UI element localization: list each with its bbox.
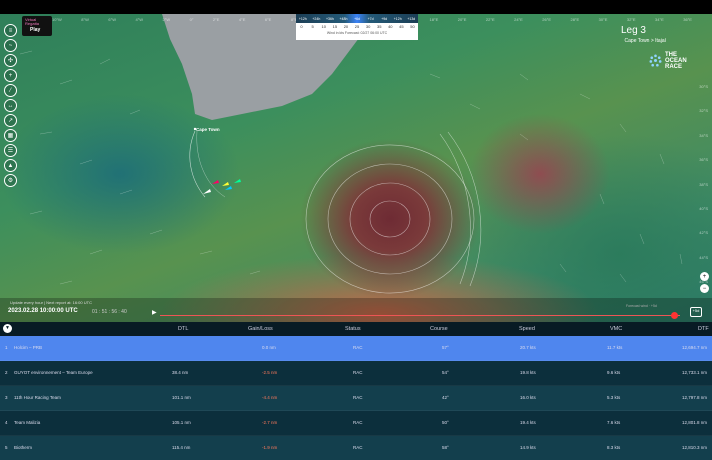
timeline-zoom-button[interactable]: +5d: [690, 307, 702, 317]
layers-icon[interactable]: ≡: [4, 24, 17, 37]
play-icon[interactable]: ▶: [152, 309, 157, 316]
timeline-handle[interactable]: [671, 312, 678, 319]
timeline-clock: 01 : 51 : 56 : 40: [92, 309, 127, 315]
leg-title: Leg 3: [620, 25, 646, 36]
top-bar: [0, 0, 712, 14]
col-dtl[interactable]: DTL: [178, 326, 188, 332]
boats[interactable]: [200, 174, 250, 204]
chevron-down-icon[interactable]: ▼: [3, 324, 12, 333]
wind-icon[interactable]: ~: [4, 39, 17, 52]
list-icon[interactable]: ☰: [4, 144, 17, 157]
table-row[interactable]: 2 GUYOT environnement – Team Europe 38.4…: [0, 361, 712, 386]
zoom-in-button[interactable]: +: [700, 272, 709, 281]
ranking-rows: 1 Holcim – PRB 0.0 nm RAC 57° 20.7 kts 1…: [0, 336, 712, 460]
table-row[interactable]: 3 11th Hour Racing Team 101.1 nm -4.4 nm…: [0, 386, 712, 411]
update-note: Update every hour | Next report at: 16:0…: [10, 300, 92, 305]
zoom-out-button[interactable]: −: [700, 284, 709, 293]
measure-icon[interactable]: ↔: [4, 99, 17, 112]
chart-icon[interactable]: ▲: [4, 159, 17, 172]
ruler-icon[interactable]: ⁄: [4, 84, 17, 97]
forecast-note: Forecast wind · +5d: [626, 304, 657, 308]
col-dtf[interactable]: DTF: [698, 326, 709, 332]
ocean-race-mark-icon: [649, 54, 662, 67]
race-tracker-app: 10°W8°W6°W4°W2°W0°2°E4°E6°E8°E10°E12°E14…: [0, 0, 712, 460]
ocean-race-logo: THE OCEAN RACE: [648, 52, 694, 76]
timeline-slider[interactable]: [160, 315, 680, 316]
table-row[interactable]: 4 Team Malizia 105.1 nm -2.7 nm RAC 50° …: [0, 411, 712, 436]
grid-icon[interactable]: ▦: [4, 129, 17, 142]
col-speed[interactable]: Speed: [519, 326, 535, 332]
col-course[interactable]: Course: [430, 326, 448, 332]
map-toolbar: ≡ ~ ✣ + ⁄ ↔ ↗ ▦ ☰ ▲ ⚙: [4, 24, 18, 187]
timeline-date: 2023.02.28 10:00:00 UTC: [8, 308, 78, 314]
player-logo[interactable]: Virtual Regatta Play: [22, 16, 52, 36]
city-label: Cape Town: [196, 127, 220, 132]
table-row[interactable]: 5 Biotherm 115.4 nm -1.9 nm RAC 58° 14.9…: [0, 436, 712, 460]
latitude-labels: 30°S 32°S 34°S 36°S 38°S 40°S 42°S 44°S 46°S: [699, 84, 708, 284]
timeline: Update every hour | Next report at: 16:0…: [0, 298, 712, 322]
col-status[interactable]: Status: [345, 326, 361, 332]
route-icon[interactable]: ↗: [4, 114, 17, 127]
wind-map[interactable]: 10°W8°W6°W4°W2°W0°2°E4°E6°E8°E10°E12°E14…: [0, 14, 712, 322]
wind-legend[interactable]: +12h +24h +36h +48h +6d +7d +9d +12h +13d 0 5 10 15…: [296, 14, 418, 40]
table-row[interactable]: 1 Holcim – PRB 0.0 nm RAC 57° 20.7 kts 1…: [0, 336, 712, 361]
ranking-table-header: ▼ DTL Gain/Loss Status Course Speed VMC …: [0, 322, 712, 335]
settings-icon[interactable]: ⚙: [4, 174, 17, 187]
leg-route: Cape Town > Itajaí: [624, 38, 666, 44]
crosshair-icon[interactable]: +: [4, 69, 17, 82]
compass-icon[interactable]: ✣: [4, 54, 17, 67]
col-gain[interactable]: Gain/Loss: [248, 326, 273, 332]
col-vmc[interactable]: VMC: [610, 326, 622, 332]
play-label: Play: [30, 27, 41, 33]
